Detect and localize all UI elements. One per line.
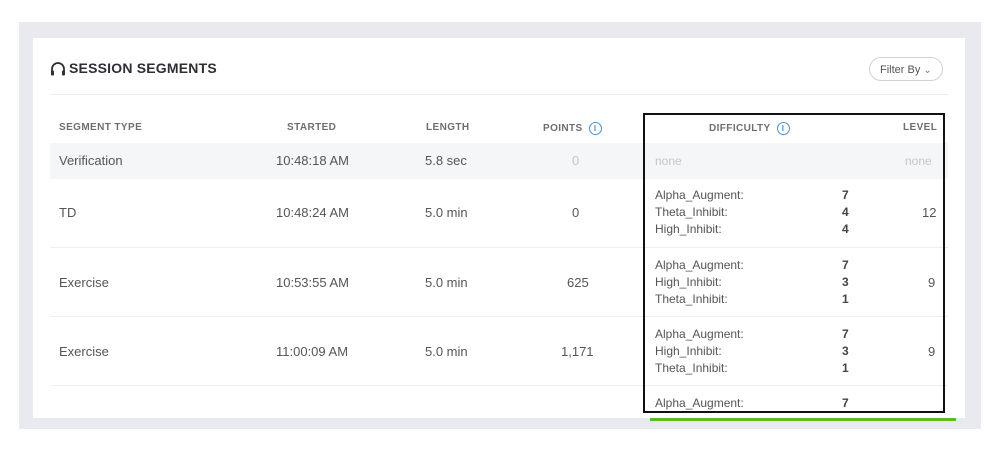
started-cell: 10:53:55 AM — [276, 275, 349, 290]
segment-type-cell: Verification — [59, 153, 123, 168]
length-cell: 5.0 min — [425, 344, 468, 359]
points-cell: 1,171 — [561, 344, 594, 359]
points-cell: 0 — [572, 205, 580, 220]
card-header: SESSION SEGMENTS Filter By ⌄ — [33, 38, 965, 94]
points-cell: 625 — [567, 275, 589, 290]
started-cell: 10:48:24 AM — [276, 205, 349, 220]
filter-by-button[interactable]: Filter By ⌄ — [869, 57, 943, 81]
segment-type-cell: TD — [59, 205, 77, 220]
started-cell: 11:00:09 AM — [276, 344, 349, 359]
column-header-length[interactable]: LENGTH — [426, 122, 470, 133]
segment-type-cell: Exercise — [59, 344, 109, 359]
info-circle-icon[interactable]: i — [588, 122, 602, 135]
length-cell: 5.8 sec — [425, 153, 467, 168]
length-cell: 5.0 min — [425, 275, 468, 290]
column-header-segment-type[interactable]: SEGMENT TYPE — [59, 122, 142, 133]
filter-by-label: Filter By — [880, 64, 921, 76]
header-divider — [50, 94, 948, 95]
column-header-started[interactable]: STARTED — [287, 122, 336, 133]
points-cell: 0 — [572, 153, 580, 168]
card-title: SESSION SEGMENTS — [69, 60, 217, 76]
column-header-points[interactable]: POINTS i — [543, 122, 602, 135]
points-header-label: POINTS — [543, 123, 583, 135]
segment-type-cell: Exercise — [59, 275, 109, 290]
started-cell: 10:48:18 AM — [276, 153, 349, 168]
headset-icon — [51, 62, 65, 76]
highlight-box — [643, 113, 945, 413]
chevron-down-icon: ⌄ — [923, 65, 932, 76]
length-cell: 5.0 min — [425, 205, 468, 220]
